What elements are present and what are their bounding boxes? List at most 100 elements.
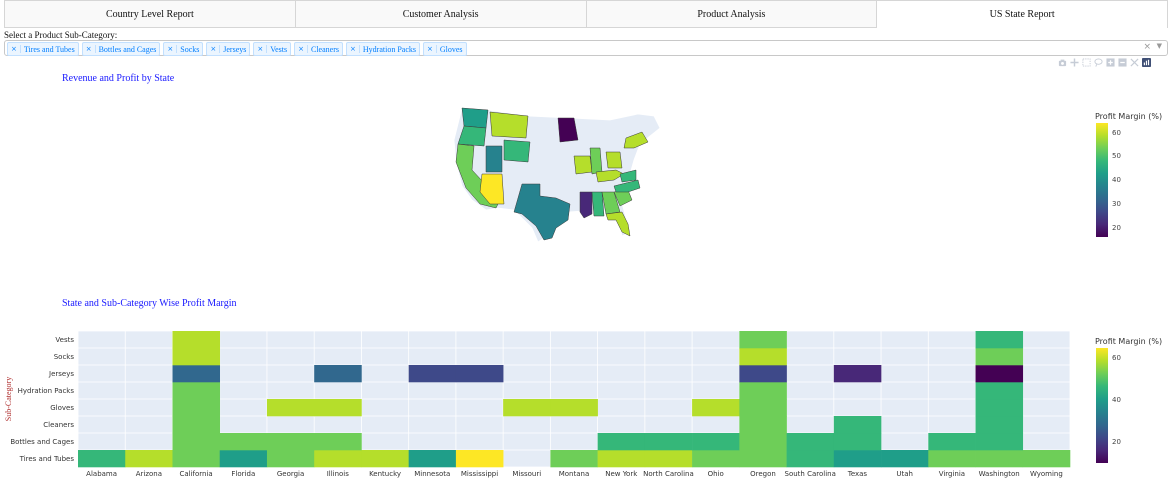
heatmap-cell-georgia-bottles-and-cages[interactable] [266,433,315,451]
heatmap-cell-minnesota-jerseys[interactable] [408,365,457,383]
zoom-in-icon[interactable] [1106,58,1115,67]
heatmap-cell-texas-jerseys[interactable] [833,365,882,383]
heatmap-cell-washington-jerseys[interactable] [975,365,1024,383]
clear-all-icon[interactable]: × [1143,42,1151,52]
tab-customer-analysis[interactable]: Customer Analysis [295,0,587,28]
pan-icon[interactable] [1082,58,1091,67]
heatmap-cell-california-socks[interactable] [172,348,221,366]
heatmap-cell-washington-gloves[interactable] [975,399,1024,417]
heatmap-cell-oregon-jerseys[interactable] [739,365,787,383]
heatmap-colorbar [1096,348,1108,463]
heatmap-cell-montana-gloves[interactable] [550,399,598,417]
heatmap-cell-mississippi-tires-and-tubes[interactable] [455,450,504,468]
heatmap-cell-montana-tires-and-tubes[interactable] [550,450,598,468]
heatmap-cell-california-jerseys[interactable] [172,365,221,383]
state-mississippi[interactable] [579,191,593,219]
heatmap-cell-new-york-bottles-and-cages[interactable] [597,433,646,451]
zoom-icon[interactable] [1070,58,1079,67]
plotly-logo-icon[interactable] [1142,58,1151,67]
heatmap-cell-south-carolina-bottles-and-cages[interactable] [786,433,835,451]
tab-country-level-report[interactable]: Country Level Report [4,0,296,28]
state-illinois[interactable] [589,147,603,175]
chevron-down-icon[interactable]: ▼ [1157,42,1162,50]
heatmap-cell-ohio-gloves[interactable] [692,399,740,417]
heatmap-cell-missouri-gloves[interactable] [503,399,551,417]
heatmap-cell-georgia-gloves[interactable] [266,399,315,417]
heatmap-cell-washington-bottles-and-cages[interactable] [975,433,1024,451]
state-alabama[interactable] [591,191,605,217]
heatmap-cell-south-carolina-tires-and-tubes[interactable] [786,450,835,468]
heatmap-cell-oregon-bottles-and-cages[interactable] [739,433,787,451]
state-ohio[interactable] [605,151,623,169]
heatmap-cell-oregon-gloves[interactable] [739,399,787,417]
heatmap-cell-washington-cleaners[interactable] [975,416,1024,434]
heatmap-cell-texas-tires-and-tubes[interactable] [833,450,882,468]
heatmap-cell-florida-bottles-and-cages[interactable] [219,433,268,451]
heatmap-cell-illinois-gloves[interactable] [314,399,362,417]
heatmap-cell-georgia-tires-and-tubes[interactable] [266,450,315,468]
heatmap-cell-washington-socks[interactable] [975,348,1024,366]
camera-icon[interactable] [1058,58,1067,67]
subcategory-multiselect[interactable]: × Tires and Tubes × Bottles and Cages × Soc… [4,40,1168,56]
tab-product-analysis[interactable]: Product Analysis [586,0,878,28]
chip-label: Socks [180,44,200,54]
heatmap-cell-north-carolina-tires-and-tubes[interactable] [644,450,693,468]
state-wyoming[interactable] [503,139,531,163]
state-washington[interactable] [461,107,489,129]
heatmap-cell-kentucky-tires-and-tubes[interactable] [361,450,409,468]
x-tick-label: Ohio [708,470,724,478]
state-utah[interactable] [485,145,503,173]
heatmap-cell-washington-tires-and-tubes[interactable] [975,450,1024,468]
autoscale-icon[interactable] [1130,58,1139,67]
remove-chip-icon[interactable]: × [295,45,308,53]
heatmap-cell-virginia-tires-and-tubes[interactable] [928,450,976,468]
heatmap-cell-illinois-bottles-and-cages[interactable] [314,433,362,451]
remove-chip-icon[interactable]: × [83,45,96,53]
remove-chip-icon[interactable]: × [347,45,360,53]
heatmap-cell-oregon-cleaners[interactable] [739,416,787,434]
heatmap-cell-texas-cleaners[interactable] [833,416,882,434]
remove-chip-icon[interactable]: × [424,45,437,53]
heatmap-cell-arizona-tires-and-tubes[interactable] [125,450,173,468]
remove-chip-icon[interactable]: × [164,45,178,53]
state-florida[interactable] [605,211,631,237]
zoom-out-icon[interactable] [1118,58,1127,67]
remove-chip-icon[interactable]: × [8,45,21,53]
heatmap-cell-new-york-tires-and-tubes[interactable] [597,450,646,468]
heatmap-cell-virginia-bottles-and-cages[interactable] [928,433,976,451]
heatmap-cell-ohio-tires-and-tubes[interactable] [692,450,740,468]
heatmap-cell-alabama-tires-and-tubes[interactable] [78,450,126,468]
heatmap-cell-oregon-tires-and-tubes[interactable] [739,450,787,468]
heatmap-cell-california-cleaners[interactable] [172,416,221,434]
remove-chip-icon[interactable]: × [207,45,221,53]
lasso-icon[interactable] [1094,58,1103,67]
heatmap-cell-wyoming-tires-and-tubes[interactable] [1022,450,1071,468]
remove-chip-icon[interactable]: × [254,45,268,53]
heatmap-cell-california-hydration-packs[interactable] [172,382,221,400]
heatmap-cell-washington-hydration-packs[interactable] [975,382,1024,400]
tab-us-state-report[interactable]: US State Report [877,0,1168,28]
heatmap-cell-california-bottles-and-cages[interactable] [172,433,221,451]
heatmap-cell-ohio-bottles-and-cages[interactable] [692,433,740,451]
heatmap-cell-california-gloves[interactable] [172,399,221,417]
heatmap-cell-oregon-socks[interactable] [739,348,787,366]
heatmap-cell-illinois-tires-and-tubes[interactable] [314,450,362,468]
heatmap-cell-texas-bottles-and-cages[interactable] [833,433,882,451]
heatmap-cell-north-carolina-bottles-and-cages[interactable] [644,433,693,451]
chip-label: Cleaners [311,44,339,54]
us-state-map[interactable] [440,100,670,250]
heatmap-cell-washington-vests[interactable] [975,331,1024,349]
heatmap-colorbar-title: Profit Margin (%) [1095,337,1163,346]
heatmap-cell-oregon-vests[interactable] [739,331,787,349]
heatmap-cell-utah-tires-and-tubes[interactable] [881,450,929,468]
heatmap-cell-minnesota-tires-and-tubes[interactable] [408,450,457,468]
state-montana[interactable] [489,111,529,139]
heatmap-cell-florida-tires-and-tubes[interactable] [219,450,268,468]
heatmap-cell-california-vests[interactable] [172,331,221,349]
heatmap-cell-mississippi-jerseys[interactable] [455,365,504,383]
heatmap-cell-illinois-jerseys[interactable] [314,365,362,383]
profit-margin-heatmap[interactable]: Alabama Arizona California Florida Georgia Il… [0,325,1095,481]
heatmap-cell-california-tires-and-tubes[interactable] [172,450,221,468]
state-missouri[interactable] [573,155,593,175]
heatmap-cell-oregon-hydration-packs[interactable] [739,382,787,400]
